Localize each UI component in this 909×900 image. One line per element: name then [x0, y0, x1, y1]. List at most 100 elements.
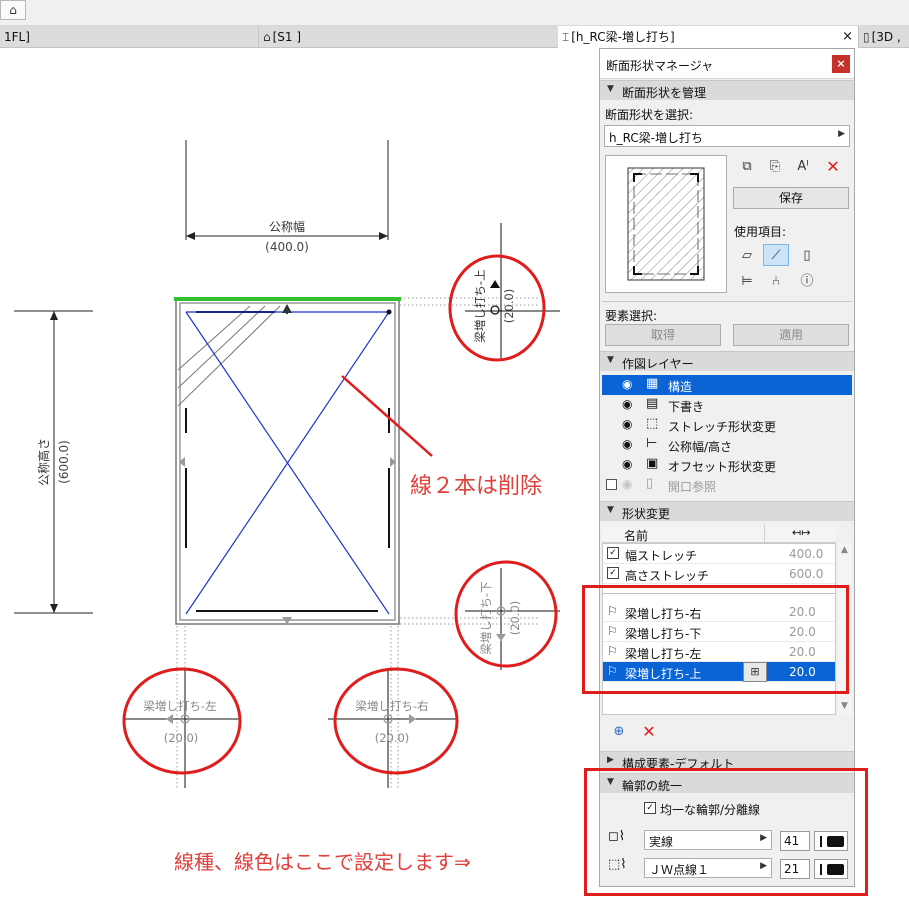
- row-value: 400.0: [789, 547, 824, 561]
- layer-name: 構造: [668, 380, 693, 394]
- wall-usage-icon[interactable]: ▱: [734, 245, 760, 267]
- list-header: 名前 ↤↦: [602, 525, 836, 543]
- offset-handle-right[interactable]: 梁増し打ち-右 (20.0): [333, 667, 459, 775]
- home-button[interactable]: ⌂: [0, 0, 26, 20]
- tab-label: [h_RC梁-増し打ち]: [571, 30, 675, 44]
- profile-manager-panel: 断面形状マネージャ × ▼ 断面形状を管理 断面形状を選択: h_RC梁-増し打…: [599, 48, 855, 887]
- close-icon[interactable]: ×: [832, 55, 850, 73]
- house-icon: ⌂: [263, 30, 271, 44]
- object-usage-icon[interactable]: ⑃: [763, 271, 789, 293]
- beam-usage-icon[interactable]: ⟋: [763, 244, 789, 266]
- eye-icon[interactable]: ◉: [622, 397, 632, 411]
- remove-offset-icon[interactable]: ✕: [636, 721, 662, 743]
- eye-icon[interactable]: ◉: [622, 377, 632, 391]
- layer-row-offset[interactable]: ◉ ▣ オフセット形状変更: [602, 455, 852, 475]
- eye-icon[interactable]: ◉: [622, 457, 632, 471]
- save-button[interactable]: 保存: [733, 187, 849, 209]
- profile-select[interactable]: h_RC梁-増し打ち ▶: [604, 125, 850, 147]
- highlight-contour-section: [584, 768, 868, 896]
- stretch-icon: ⬚: [646, 416, 659, 431]
- new-profile-icon[interactable]: ⧉: [734, 156, 760, 178]
- name-header: 名前: [624, 529, 649, 543]
- tab-profile[interactable]: ⌶ [h_RC梁-増し打ち] ×: [558, 26, 858, 48]
- nominal-height-dimension: 公称高さ (600.0): [14, 310, 93, 614]
- add-offset-icon[interactable]: ⊕: [606, 721, 632, 743]
- get-button[interactable]: 取得: [605, 324, 721, 346]
- offset-handle-bottom[interactable]: 梁増し打ち-下 (20.0): [454, 560, 558, 668]
- element-select-label: 要素選択:: [605, 309, 658, 323]
- layer-row-structure[interactable]: ◉ ▦ 構造: [602, 375, 852, 395]
- close-icon[interactable]: ×: [842, 26, 853, 48]
- nominal-height-value: (600.0): [57, 440, 71, 484]
- nominal-icon: ⊢: [646, 436, 658, 451]
- section-manage[interactable]: ▼ 断面形状を管理: [600, 80, 854, 100]
- collapse-icon: ▼: [607, 355, 614, 365]
- column-usage-icon[interactable]: ▯: [794, 245, 820, 267]
- railing-usage-icon[interactable]: ⊨: [734, 271, 760, 293]
- profile-preview: [605, 155, 727, 293]
- layer-row-draft[interactable]: ◉ ▤ 下書き: [602, 395, 852, 415]
- layer-checkbox[interactable]: [606, 479, 617, 490]
- tab-label: [3D ,: [871, 30, 901, 44]
- stretch-row-width[interactable]: ✓ 幅ストレッチ 400.0: [603, 544, 835, 564]
- handle-bottom-label: 梁増し打ち-下: [479, 581, 493, 654]
- eye-icon[interactable]: ◉: [622, 437, 632, 451]
- collapse-icon: ▼: [607, 505, 614, 515]
- tab-1fl[interactable]: 1FL]: [0, 26, 258, 48]
- section-layers[interactable]: ▼ 作図レイヤー: [600, 351, 854, 371]
- beam-profile[interactable]: [174, 297, 401, 625]
- handle-right-value: (20.0): [375, 731, 410, 745]
- section-modify[interactable]: ▼ 形状変更: [600, 501, 854, 521]
- draft-icon: ▤: [646, 396, 659, 411]
- stretch-row-height[interactable]: ✓ 高さストレッチ 600.0: [603, 564, 835, 584]
- layer-name: ストレッチ形状変更: [668, 420, 777, 434]
- handle-left-value: (20.0): [164, 731, 199, 745]
- nominal-height-label: 公称高さ: [36, 438, 51, 486]
- handle-left-label: 梁増し打ち-左: [143, 699, 216, 713]
- opening-icon: ▯: [646, 476, 654, 491]
- rename-profile-icon[interactable]: Aᴵ: [790, 156, 816, 178]
- house-icon: ⌂: [9, 3, 17, 17]
- layer-name: オフセット形状変更: [668, 460, 777, 474]
- delete-lines-note: 線２本は削除: [410, 474, 543, 499]
- nominal-width-label: 公称幅: [269, 219, 305, 234]
- cube-icon: ▯: [863, 30, 870, 44]
- offset-handle-top[interactable]: 梁増し打ち-上 (20.0): [448, 254, 546, 362]
- profile-select-value: h_RC梁-増し打ち: [609, 131, 704, 145]
- apply-button[interactable]: 適用: [733, 324, 849, 346]
- highlight-offset-rows: [582, 585, 849, 694]
- handle-right-label: 梁増し打ち-右: [355, 699, 428, 713]
- checkbox[interactable]: ✓: [607, 547, 619, 559]
- handle-top-value: (20.0): [502, 289, 516, 324]
- offset-handle-left[interactable]: 梁増し打ち-左 (20.0): [122, 667, 242, 775]
- usage-label: 使用項目:: [734, 225, 787, 239]
- top-toolbar: ⌂: [0, 0, 909, 26]
- layer-row-stretch[interactable]: ◉ ⬚ ストレッチ形状変更: [602, 415, 852, 435]
- tab-label: 1FL]: [4, 30, 30, 44]
- layer-row-opening[interactable]: ◉ ▯ 開口参照: [602, 475, 852, 495]
- duplicate-profile-icon[interactable]: ⎘: [762, 156, 788, 178]
- beam-icon: ⌶: [562, 30, 570, 44]
- section-modify-label: 形状変更: [622, 507, 671, 521]
- nominal-width-dimension: 公称幅 (400.0): [185, 140, 389, 254]
- row-value: 600.0: [789, 567, 824, 581]
- section-layers-label: 作図レイヤー: [622, 357, 694, 371]
- info-icon[interactable]: ⓘ: [794, 271, 820, 293]
- select-label: 断面形状を選択:: [605, 108, 694, 122]
- delete-profile-icon[interactable]: ✕: [820, 156, 846, 178]
- chevron-right-icon: ▶: [838, 129, 845, 139]
- screen: ⌂ 1FL] ⌂[S1 ] ⌶[h_RC梁-増し打ち] × ▯[3D ,: [0, 0, 909, 900]
- linetype-note: 線種、線色はここで設定します⇒: [174, 850, 471, 874]
- checkbox[interactable]: ✓: [607, 567, 619, 579]
- layer-name: 公称幅/高さ: [668, 440, 733, 454]
- eye-icon[interactable]: ◉: [622, 477, 632, 491]
- tab-3d[interactable]: ▯ [3D ,: [858, 26, 909, 48]
- panel-titlebar: 断面形状マネージャ ×: [600, 49, 854, 79]
- tab-label: [S1 ]: [272, 30, 302, 44]
- tab-s1[interactable]: ⌂ [S1 ]: [258, 26, 558, 48]
- handle-top-label: 梁増し打ち-上: [473, 269, 487, 342]
- layer-row-nominal[interactable]: ◉ ⊢ 公称幅/高さ: [602, 435, 852, 455]
- collapse-icon: ▼: [607, 84, 614, 94]
- offset-icon: ▣: [646, 456, 659, 471]
- eye-icon[interactable]: ◉: [622, 417, 632, 431]
